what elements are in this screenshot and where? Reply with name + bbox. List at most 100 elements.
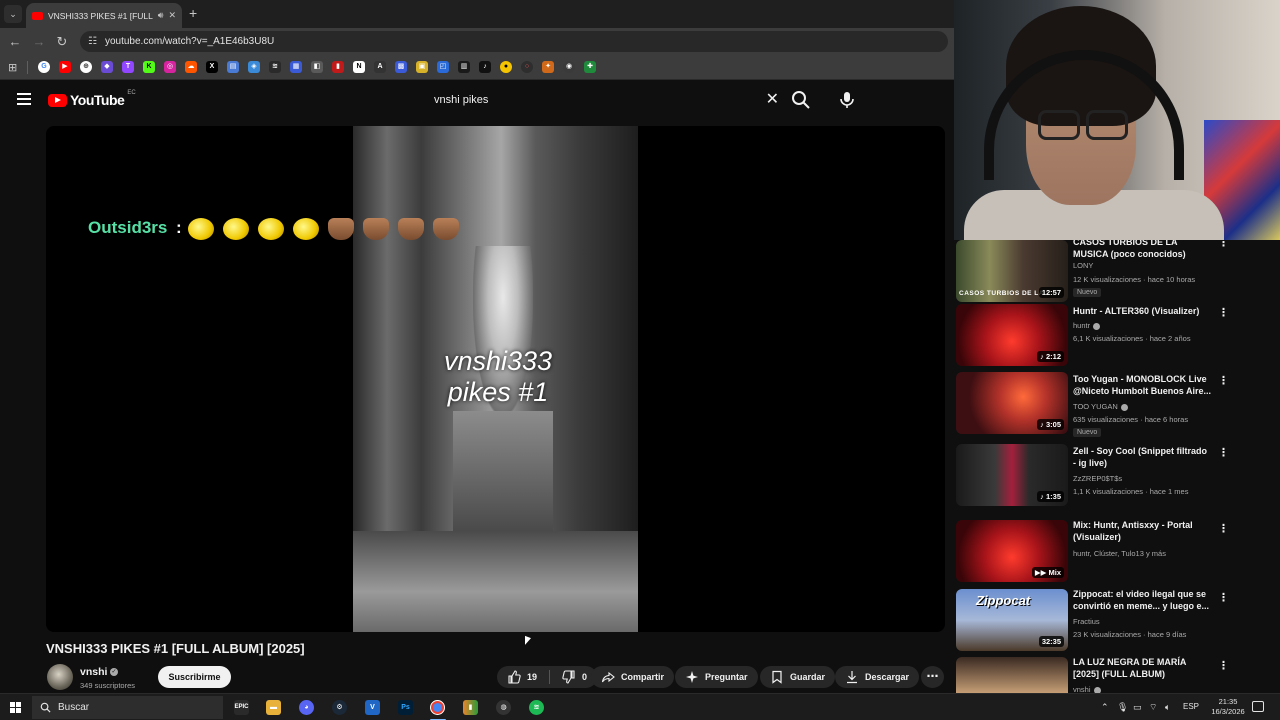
twitch-bookmark-icon[interactable]: T xyxy=(122,61,134,73)
recommendation-thumbnail[interactable]: ▶▶ Mix xyxy=(956,520,1068,582)
vegas-icon[interactable]: V xyxy=(365,700,380,715)
more-actions-button[interactable]: ⋯ xyxy=(921,666,944,688)
notifications-icon[interactable] xyxy=(1252,701,1264,712)
obs-icon[interactable]: ◍ xyxy=(496,700,511,715)
recommendation-channel[interactable]: ZzZREP0$T$s xyxy=(1073,474,1122,483)
new-tab-button[interactable]: + xyxy=(189,5,197,21)
system-clock[interactable]: 21:35 16/3/2026 xyxy=(1208,697,1248,717)
discord-icon[interactable]: ◕ xyxy=(299,700,314,715)
bookmark-icon-12[interactable]: ≋ xyxy=(269,61,281,73)
bookmark-icon-17[interactable]: A xyxy=(374,61,386,73)
spotify-icon[interactable]: ≋ xyxy=(529,700,544,715)
bookmark-icon-3[interactable]: ⊕ xyxy=(80,61,92,73)
recommendation-title[interactable]: CASOS TURBIOS DE LA MUSICA (poco conocid… xyxy=(1073,240,1211,260)
bookmark-icon-19[interactable]: ▣ xyxy=(416,61,428,73)
epic-games-icon[interactable]: EPIC xyxy=(234,700,249,715)
channel-name[interactable]: vnshi xyxy=(80,666,107,678)
instagram-bookmark-icon[interactable]: ◎ xyxy=(164,61,176,73)
more-options-icon[interactable]: ⋮ xyxy=(1218,446,1229,459)
chrome-icon[interactable] xyxy=(430,700,445,715)
more-options-icon[interactable]: ⋮ xyxy=(1218,659,1229,672)
save-button[interactable]: Guardar xyxy=(760,666,836,688)
recommendation-item[interactable]: ▶▶ Mix Mix: Huntr, Antisxxy - Portal (Vi… xyxy=(956,520,1274,582)
close-tab-icon[interactable]: ✕ xyxy=(168,10,176,21)
soundcloud-bookmark-icon[interactable]: ☁ xyxy=(185,61,197,73)
youtube-logo[interactable]: YouTube EC xyxy=(48,90,136,108)
clear-search-icon[interactable]: ✕ xyxy=(766,91,779,108)
youtube-bookmark-icon[interactable]: ▶ xyxy=(59,61,71,73)
browser-tab[interactable]: VNSHI333 PIKES #1 [FULL ALBUM] [2025] - … xyxy=(26,3,182,28)
speaker-icon[interactable]: 🔊︎ xyxy=(158,10,164,21)
apps-grid-icon[interactable]: ⊞ xyxy=(8,61,17,74)
recommendation-channel[interactable]: Fractius xyxy=(1073,617,1100,626)
share-button[interactable]: Compartir xyxy=(591,666,675,688)
bookmark-icon-14[interactable]: ◧ xyxy=(311,61,323,73)
recommendation-thumbnail[interactable]: ♪ 3:05 xyxy=(956,372,1068,434)
bookmark-icon-22[interactable]: ♪ xyxy=(479,61,491,73)
recommendation-item[interactable]: ♪ 1:35 Zell - Soy Cool (Snippet filtrado… xyxy=(956,444,1274,506)
microphone-tray-icon[interactable]: 🎙︎ xyxy=(1117,702,1128,713)
tab-search-button[interactable]: ⌄ xyxy=(4,5,22,23)
thumbs-down-icon[interactable] xyxy=(562,670,576,684)
reload-icon[interactable]: ↻ xyxy=(53,33,71,51)
bookmark-icon-15[interactable]: ▮ xyxy=(332,61,344,73)
menu-icon[interactable] xyxy=(17,93,31,105)
more-options-icon[interactable]: ⋮ xyxy=(1218,591,1229,604)
site-info-icon[interactable]: ☷ xyxy=(88,36,97,47)
forward-arrow-icon[interactable]: → xyxy=(30,33,48,51)
thumbs-up-icon[interactable] xyxy=(507,670,521,684)
x-bookmark-icon[interactable]: X xyxy=(206,61,218,73)
input-language[interactable]: ESP xyxy=(1183,702,1199,711)
notion-bookmark-icon[interactable]: N xyxy=(353,61,365,73)
bookmark-icon-24[interactable]: ○ xyxy=(521,61,533,73)
more-options-icon[interactable]: ⋮ xyxy=(1218,374,1229,387)
recommendation-channel[interactable]: huntr xyxy=(1073,321,1101,330)
bookmark-icon-4[interactable]: ◆ xyxy=(101,61,113,73)
recommendation-item[interactable]: ♪ 3:05 Too Yugan - MONOBLOCK Live @Nicet… xyxy=(956,372,1274,437)
taskbar-search-box[interactable]: Buscar xyxy=(32,696,223,719)
recommendation-thumbnail[interactable]: CASOS TURBIOS DE LA 12:57 xyxy=(956,240,1068,302)
kick-bookmark-icon[interactable]: K xyxy=(143,61,155,73)
steam-icon[interactable]: ⚙ xyxy=(332,700,347,715)
photoshop-icon[interactable]: Ps xyxy=(398,700,413,715)
recommendation-title[interactable]: Zell - Soy Cool (Snippet filtrado - ig l… xyxy=(1073,445,1211,469)
network-icon[interactable]: ⌔ xyxy=(1149,702,1157,713)
google-bookmark-icon[interactable]: G xyxy=(38,61,50,73)
bookmark-icon-18[interactable]: ▩ xyxy=(395,61,407,73)
more-options-icon[interactable]: ⋮ xyxy=(1218,240,1229,249)
bookmark-icon-11[interactable]: ◈ xyxy=(248,61,260,73)
recommendation-thumbnail[interactable]: ♪ 1:35 xyxy=(956,444,1068,506)
tray-overflow-icon[interactable]: ⌃ xyxy=(1101,702,1109,713)
channel-avatar[interactable] xyxy=(47,664,73,690)
address-bar[interactable]: ☷ youtube.com/watch?v=_A1E46b3U8U xyxy=(80,31,948,52)
bookmark-icon-23[interactable]: ● xyxy=(500,61,512,73)
video-player[interactable]: vnshi333 pikes #1 Outsid3rs : xyxy=(46,126,945,632)
bookmark-icon-10[interactable]: ▤ xyxy=(227,61,239,73)
start-button[interactable] xyxy=(10,702,21,713)
recommendation-title[interactable]: LA LUZ NEGRA DE MARÍA [2025] (FULL ALBUM… xyxy=(1073,656,1211,680)
recommendation-item[interactable]: Zippocat 32:35 Zippocat: el video ilegal… xyxy=(956,589,1274,651)
more-options-icon[interactable]: ⋮ xyxy=(1218,306,1229,319)
recommendation-title[interactable]: Huntr - ALTER360 (Visualizer) xyxy=(1073,305,1211,317)
recommendation-item[interactable]: CASOS TURBIOS DE LA 12:57 CASOS TURBIOS … xyxy=(956,240,1274,302)
voice-search-button[interactable] xyxy=(836,89,858,111)
sheets-bookmark-icon[interactable]: ✚ xyxy=(584,61,596,73)
recommendation-channel[interactable]: TOO YUGAN xyxy=(1073,402,1128,411)
back-arrow-icon[interactable]: ← xyxy=(6,33,24,51)
recommendation-title[interactable]: Mix: Huntr, Antisxxy - Portal (Visualize… xyxy=(1073,519,1211,543)
recommendation-title[interactable]: Too Yugan - MONOBLOCK Live @Niceto Humbo… xyxy=(1073,373,1211,397)
recommendation-thumbnail[interactable] xyxy=(956,657,1068,693)
bookmark-icon-13[interactable]: ▦ xyxy=(290,61,302,73)
file-explorer-icon[interactable]: ▬ xyxy=(266,700,281,715)
volume-icon[interactable]: 🔈︎ xyxy=(1165,702,1170,713)
recommendation-title[interactable]: Zippocat: el video ilegal que se convirt… xyxy=(1073,588,1211,612)
subscribe-button[interactable]: Suscribirme xyxy=(158,666,231,688)
bookmark-icon-26[interactable]: ◉ xyxy=(563,61,575,73)
fl-studio-icon[interactable]: ▮ xyxy=(463,700,478,715)
recommendation-item[interactable]: ♪ 2:12 Huntr - ALTER360 (Visualizer) hun… xyxy=(956,304,1274,366)
recommendation-channel[interactable]: LONY xyxy=(1073,261,1093,270)
recommendation-thumbnail[interactable]: ♪ 2:12 xyxy=(956,304,1068,366)
device-tray-icon[interactable]: ▭ xyxy=(1133,702,1142,713)
bookmark-icon-25[interactable]: ✦ xyxy=(542,61,554,73)
recommendation-channel[interactable]: vnshi xyxy=(1073,685,1101,693)
